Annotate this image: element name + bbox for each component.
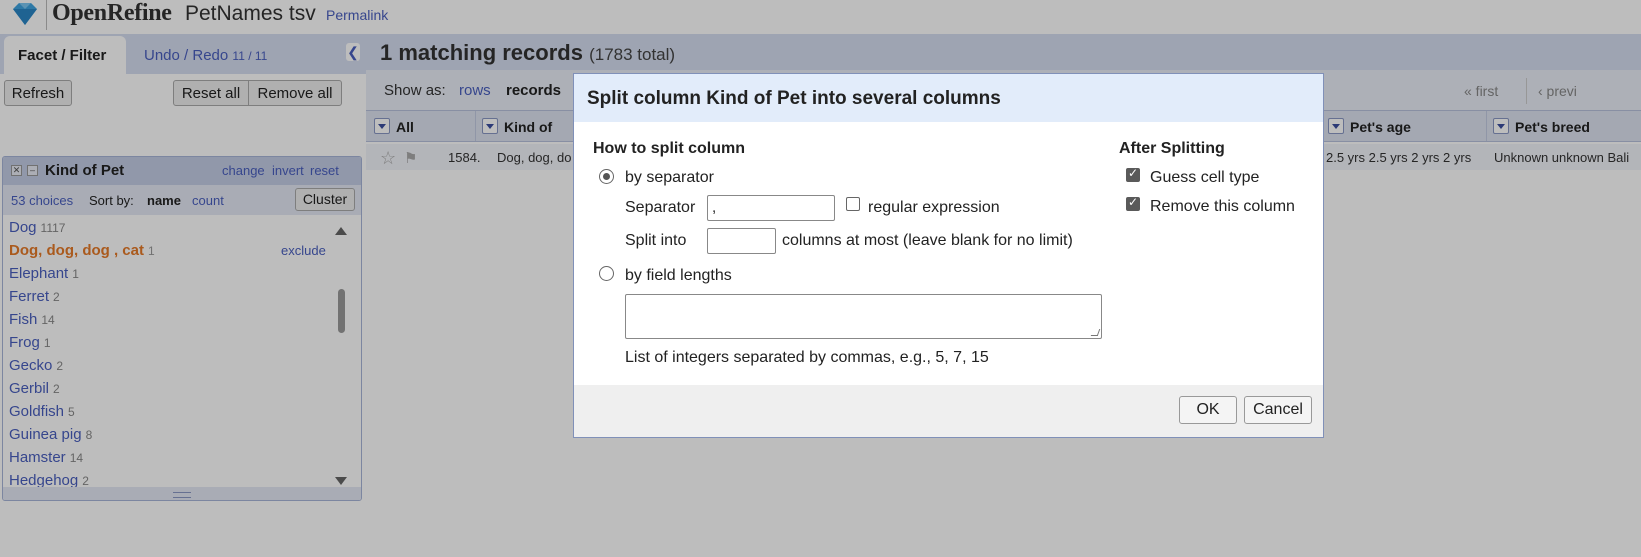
guess-cell-type-label[interactable]: Guess cell type <box>1150 169 1259 187</box>
dialog-footer: OK Cancel <box>574 385 1323 437</box>
split-into-suffix: columns at most (leave blank for no limi… <box>782 232 1073 249</box>
split-into-input[interactable] <box>707 228 776 254</box>
cancel-button[interactable]: Cancel <box>1244 396 1312 424</box>
by-separator-radio[interactable] <box>599 169 614 184</box>
by-field-lengths-label[interactable]: by field lengths <box>625 267 732 285</box>
remove-this-column-label[interactable]: Remove this column <box>1150 198 1295 216</box>
regular-expression-label[interactable]: regular expression <box>868 199 1000 217</box>
split-column-dialog: Split column Kind of Pet into several co… <box>573 73 1324 438</box>
field-lengths-textarea[interactable] <box>625 294 1102 339</box>
separator-label: Separator <box>625 199 696 216</box>
ok-button[interactable]: OK <box>1179 396 1237 424</box>
how-to-split-heading: How to split column <box>593 140 745 157</box>
after-splitting-heading: After Splitting <box>1119 140 1225 157</box>
remove-this-column-checkbox[interactable] <box>1126 195 1140 211</box>
separator-input[interactable]: , <box>707 195 835 221</box>
dialog-title: Split column Kind of Pet into several co… <box>587 88 1001 109</box>
split-into-label: Split into <box>625 232 687 249</box>
field-lengths-hint: List of integers separated by commas, e.… <box>625 349 989 366</box>
by-separator-label[interactable]: by separator <box>625 169 714 187</box>
guess-cell-type-checkbox[interactable] <box>1126 166 1140 182</box>
by-field-lengths-radio[interactable] <box>599 266 614 281</box>
regular-expression-checkbox[interactable] <box>846 197 860 211</box>
dialog-header: Split column Kind of Pet into several co… <box>574 74 1323 122</box>
